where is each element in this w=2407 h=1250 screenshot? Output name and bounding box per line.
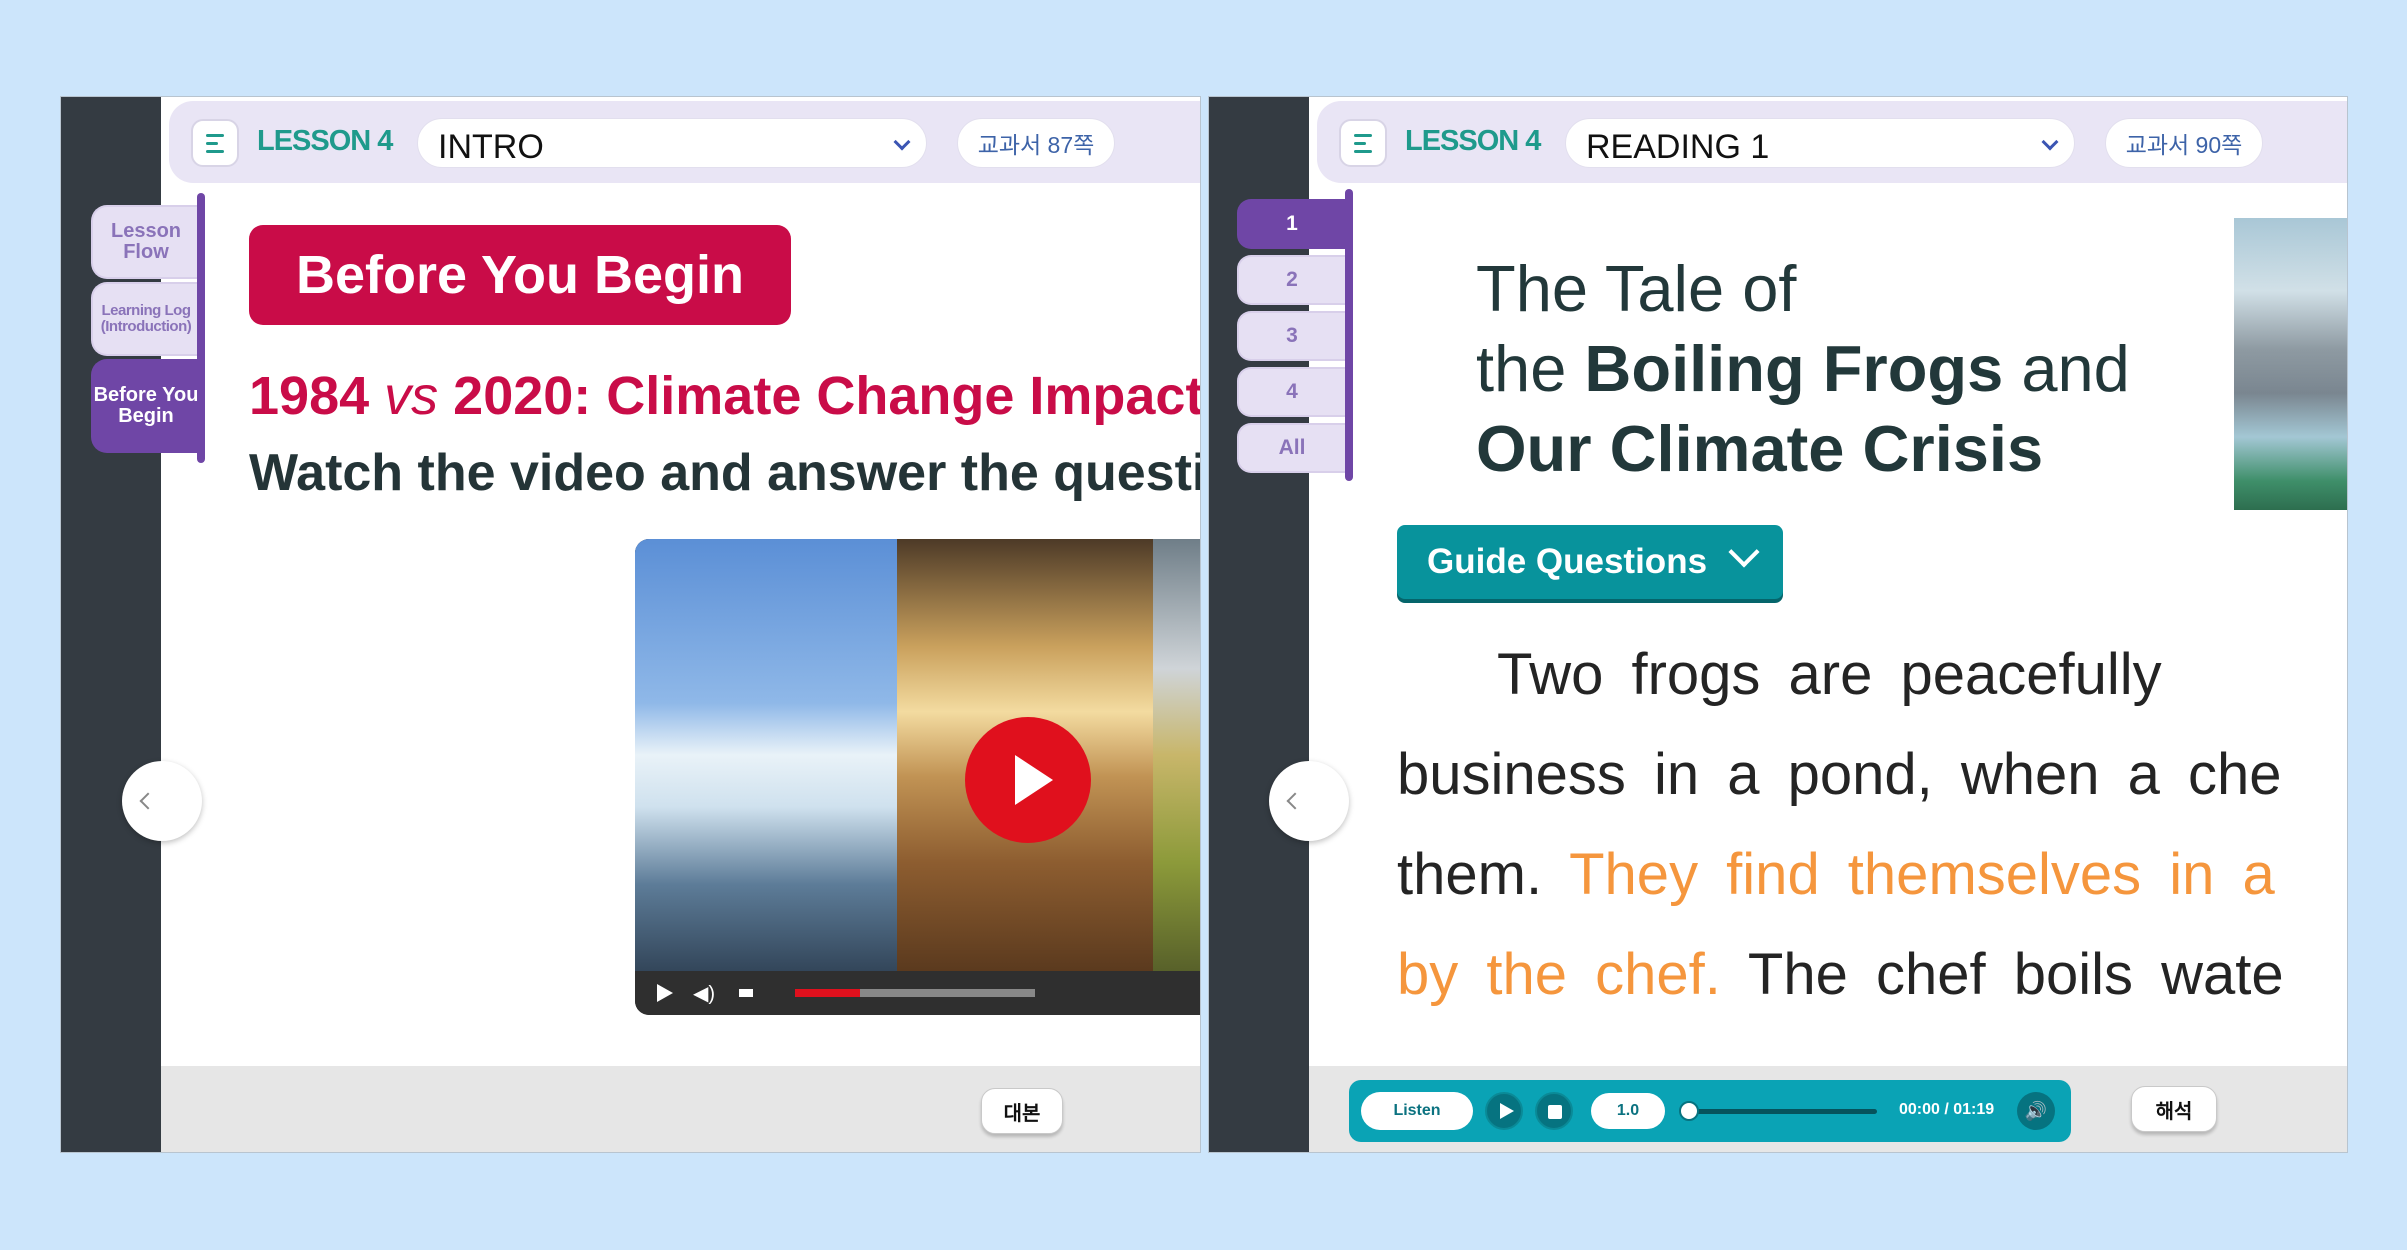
script-button[interactable]: 대본 (981, 1088, 1063, 1134)
story-line-1: Two frogs are peacefully (1497, 642, 2162, 707)
intro-panel: LESSON 4 INTRO 교과서 87쪽 Lesson Flow Learn… (60, 96, 1201, 1153)
bottom-toolbar: 대본 (161, 1066, 1200, 1152)
tab-learning-log[interactable]: Learning Log (Introduction) (91, 282, 199, 356)
title-year-1984: 1984 (249, 366, 370, 426)
story-title: The Tale of the Boiling Frogs and Our Cl… (1476, 249, 2130, 489)
menu-icon (1354, 133, 1372, 137)
title-line-2: the Boiling Frogs and (1476, 332, 2130, 405)
tab-part-1[interactable]: 1 (1237, 199, 1345, 249)
video-progress-fill (795, 989, 860, 997)
number-tab-rail (1345, 189, 1353, 481)
textbook-page-button[interactable]: 교과서 87쪽 (957, 118, 1115, 168)
audio-time: 00:00 / 01:19 (1899, 1101, 1995, 1118)
section-select-value: INTRO (438, 128, 544, 166)
lesson-header: LESSON 4 INTRO 교과서 87쪽 (169, 101, 1200, 183)
stop-icon[interactable] (1535, 1092, 1573, 1130)
lesson-label: LESSON 4 (257, 125, 393, 157)
reading-panel: LESSON 4 READING 1 교과서 90쪽 1 2 3 4 All T… (1208, 96, 2348, 1153)
guide-questions-label: Guide Questions (1427, 542, 1708, 581)
instruction-text: Watch the video and answer the questions… (249, 444, 1200, 502)
audio-progress-handle[interactable] (1679, 1101, 1699, 1121)
green-hills-image (1153, 539, 1200, 971)
chevron-down-icon (1728, 536, 1760, 568)
translate-button[interactable]: 해석 (2131, 1086, 2217, 1132)
tab-lesson-flow[interactable]: Lesson Flow (91, 205, 199, 279)
section-select[interactable]: READING 1 (1565, 118, 2075, 168)
video-controls: ◀) (635, 971, 1200, 1015)
audio-progress-track[interactable] (1687, 1109, 1877, 1114)
tab-part-3[interactable]: 3 (1237, 311, 1345, 361)
tab-before-you-begin[interactable]: Before You Begin (91, 359, 199, 453)
climate-video-player[interactable]: ◀) (635, 539, 1200, 1015)
menu-icon (206, 133, 224, 137)
melting-ice-image (635, 539, 897, 971)
highlighted-sentence[interactable]: by the chef. (1397, 942, 1721, 1007)
section-select-value: READING 1 (1586, 128, 1770, 166)
frog-pond-illustration (2234, 218, 2347, 510)
volume-level-indicator[interactable] (739, 989, 753, 997)
volume-icon[interactable]: ◀) (693, 981, 715, 1006)
chevron-down-icon (2041, 133, 2059, 151)
playback-speed-button[interactable]: 1.0 (1591, 1093, 1665, 1129)
lesson-label: LESSON 4 (1405, 125, 1541, 157)
textbook-page-button[interactable]: 교과서 90쪽 (2105, 118, 2263, 168)
title-rest: 2020: Climate Change Impact (453, 366, 1201, 426)
before-you-begin-banner: Before You Begin (249, 225, 791, 325)
tab-part-2[interactable]: 2 (1237, 255, 1345, 305)
story-line-4: by the chef. The chef boils wate (1397, 942, 2284, 1007)
audio-player: Listen 1.0 00:00 / 01:19 🔊 (1349, 1080, 2071, 1142)
chevron-down-icon (893, 133, 911, 151)
menu-button[interactable] (191, 119, 239, 167)
lesson-header: LESSON 4 READING 1 교과서 90쪽 (1317, 101, 2347, 183)
story-line-2: business in a pond, when a che (1397, 742, 2282, 807)
tab-part-all[interactable]: All (1237, 423, 1345, 473)
activity-title: 1984 vs 2020: Climate Change Impact (249, 365, 1201, 427)
tab-part-4[interactable]: 4 (1237, 367, 1345, 417)
title-line-3: Our Climate Crisis (1476, 412, 2044, 485)
listen-button[interactable]: Listen (1361, 1092, 1473, 1130)
guide-questions-button[interactable]: Guide Questions (1397, 525, 1783, 599)
volume-icon[interactable]: 🔊 (2017, 1092, 2055, 1130)
prev-page-arrow[interactable] (1269, 761, 1349, 841)
menu-button[interactable] (1339, 119, 1387, 167)
title-vs: vs (384, 366, 439, 426)
section-select[interactable]: INTRO (417, 118, 927, 168)
title-line-1: The Tale of (1476, 252, 1797, 325)
play-icon[interactable] (657, 984, 673, 1002)
story-line-3: them. They find themselves in a (1397, 842, 2275, 907)
prev-page-arrow[interactable] (122, 761, 202, 841)
play-icon[interactable] (1485, 1092, 1523, 1130)
play-video-icon[interactable] (965, 717, 1091, 843)
side-tab-rail (197, 193, 205, 463)
highlighted-sentence[interactable]: They find themselves in a (1569, 842, 2275, 907)
